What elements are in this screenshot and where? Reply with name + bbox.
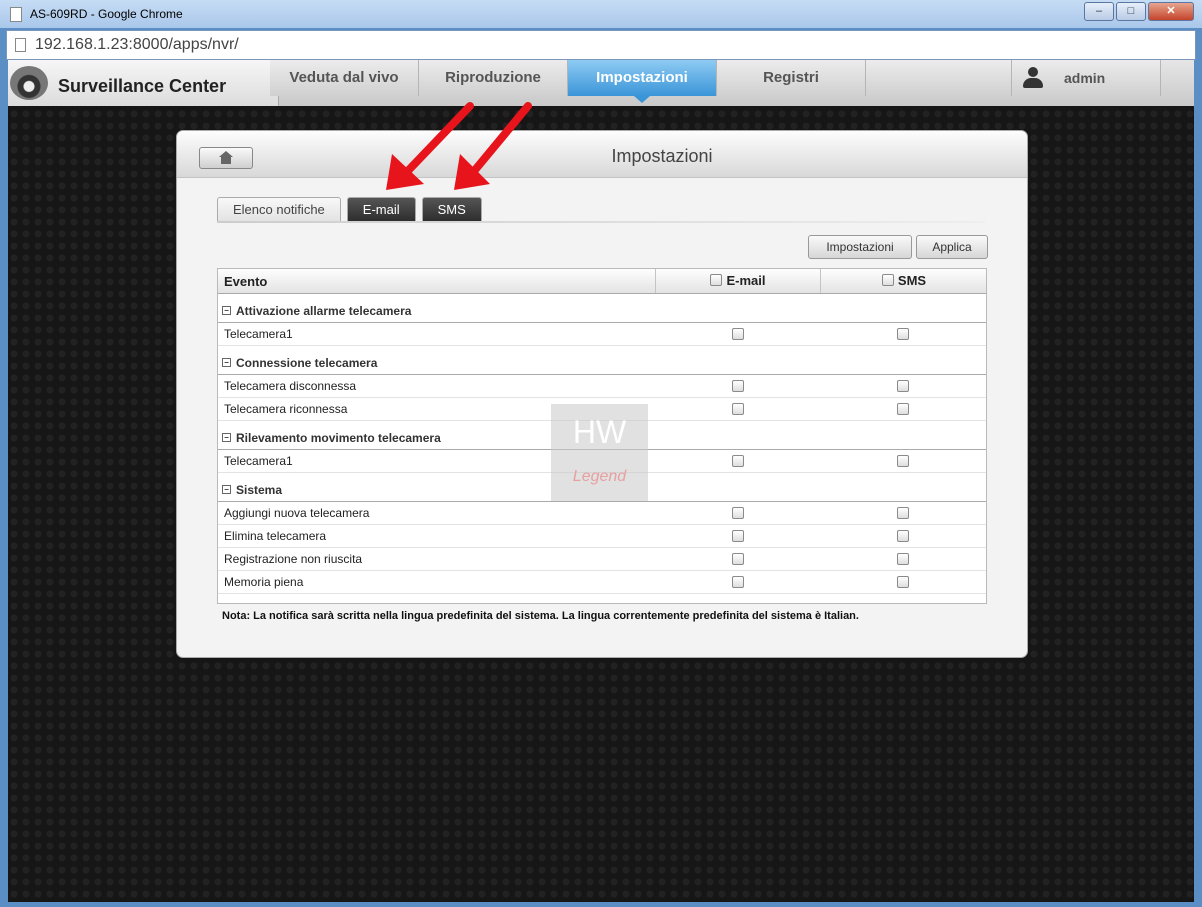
collapse-icon[interactable]: − bbox=[222, 306, 231, 315]
nav-tab-logs[interactable]: Registri bbox=[717, 60, 866, 96]
email-checkbox[interactable] bbox=[732, 576, 744, 588]
group-name: Sistema bbox=[236, 483, 283, 497]
group-header[interactable]: − Attivazione allarme telecamera bbox=[218, 294, 986, 323]
tab-divider bbox=[217, 221, 985, 223]
row-event-name: Telecamera1 bbox=[224, 327, 293, 341]
sms-checkbox[interactable] bbox=[897, 380, 909, 392]
tab-sms[interactable]: SMS bbox=[421, 197, 482, 223]
row-event-name: Telecamera disconnessa bbox=[224, 379, 357, 393]
column-sms: SMS bbox=[820, 269, 986, 293]
collapse-icon[interactable]: − bbox=[222, 485, 231, 494]
table-row: Telecamera disconnessa bbox=[218, 375, 986, 398]
settings-panel: Impostazioni Elenco notifiche E-mail SMS… bbox=[176, 130, 1028, 658]
group-name: Connessione telecamera bbox=[236, 356, 378, 370]
nav-tab-playback[interactable]: Riproduzione bbox=[419, 60, 568, 96]
apply-button[interactable]: Applica bbox=[916, 235, 988, 259]
panel-title: Impostazioni bbox=[611, 146, 713, 166]
group-header[interactable]: − Connessione telecamera bbox=[218, 346, 986, 375]
close-icon[interactable]: ✕ bbox=[1148, 2, 1194, 21]
app-area: Surveillance Center Veduta dal vivo Ripr… bbox=[8, 60, 1194, 902]
collapse-icon[interactable]: − bbox=[222, 433, 231, 442]
annotation-arrows bbox=[386, 102, 532, 190]
table-row: Registrazione non riuscita bbox=[218, 548, 986, 571]
sms-checkbox[interactable] bbox=[897, 328, 909, 340]
sms-checkbox[interactable] bbox=[897, 553, 909, 565]
nav-tab-settings[interactable]: Impostazioni bbox=[568, 60, 717, 103]
column-email-label: E-mail bbox=[726, 273, 766, 288]
row-event-name: Memoria piena bbox=[224, 575, 304, 589]
group-name: Attivazione allarme telecamera bbox=[236, 304, 412, 318]
settings-button[interactable]: Impostazioni bbox=[808, 235, 912, 259]
row-event-name: Registrazione non riuscita bbox=[224, 552, 363, 566]
group-name: Rilevamento movimento telecamera bbox=[236, 431, 441, 445]
tab-notification-list[interactable]: Elenco notifiche bbox=[217, 197, 341, 223]
camera-icon bbox=[10, 66, 48, 100]
select-all-sms-checkbox[interactable] bbox=[881, 274, 894, 286]
sub-tabs: Elenco notifiche E-mail SMS bbox=[217, 197, 488, 223]
sms-checkbox[interactable] bbox=[897, 507, 909, 519]
watermark-logo: HW Legend bbox=[551, 404, 648, 501]
page-icon bbox=[15, 38, 26, 52]
row-event-name: Telecamera1 bbox=[224, 454, 293, 468]
address-bar[interactable]: 192.168.1.23:8000/apps/nvr/ bbox=[6, 30, 1196, 60]
table-row: Aggiungi nuova telecamera bbox=[218, 502, 986, 525]
sms-checkbox[interactable] bbox=[897, 455, 909, 467]
column-email: E-mail bbox=[655, 269, 820, 293]
email-checkbox[interactable] bbox=[732, 507, 744, 519]
user-icon bbox=[1022, 67, 1044, 89]
user-menu[interactable]: admin bbox=[1011, 60, 1161, 96]
email-checkbox[interactable] bbox=[732, 380, 744, 392]
window-title: AS-609RD - Google Chrome bbox=[30, 7, 183, 21]
table-row: Telecamera1 bbox=[218, 323, 986, 346]
nav-tabs: Veduta dal vivo Riproduzione Impostazion… bbox=[270, 60, 1013, 103]
row-event-name: Telecamera riconnessa bbox=[224, 402, 348, 416]
maximize-icon[interactable]: □ bbox=[1116, 2, 1146, 21]
row-event-name: Aggiungi nuova telecamera bbox=[224, 506, 370, 520]
arrow-to-sms-tab bbox=[454, 102, 532, 190]
row-event-name: Elimina telecamera bbox=[224, 529, 327, 543]
sms-checkbox[interactable] bbox=[897, 576, 909, 588]
sms-checkbox[interactable] bbox=[897, 530, 909, 542]
window-titlebar: AS-609RD - Google Chrome – □ ✕ bbox=[0, 0, 1202, 28]
table-row: Elimina telecamera bbox=[218, 525, 986, 548]
page-icon bbox=[10, 7, 22, 22]
column-event: Evento bbox=[224, 274, 268, 289]
select-all-email-checkbox[interactable] bbox=[710, 274, 723, 286]
collapse-icon[interactable]: − bbox=[222, 358, 231, 367]
table-header: Evento E-mail SMS bbox=[218, 269, 986, 294]
sms-checkbox[interactable] bbox=[897, 403, 909, 415]
email-checkbox[interactable] bbox=[732, 455, 744, 467]
user-name: admin bbox=[1064, 70, 1106, 86]
email-checkbox[interactable] bbox=[732, 328, 744, 340]
nav-tab-empty bbox=[866, 60, 1013, 96]
brand-title: Surveillance Center bbox=[58, 76, 227, 96]
email-checkbox[interactable] bbox=[732, 530, 744, 542]
column-sms-label: SMS bbox=[897, 273, 927, 288]
tab-email[interactable]: E-mail bbox=[346, 197, 416, 223]
email-checkbox[interactable] bbox=[732, 403, 744, 415]
nav-tab-live[interactable]: Veduta dal vivo bbox=[270, 60, 419, 96]
minimize-icon[interactable]: – bbox=[1084, 2, 1114, 21]
panel-header: Impostazioni bbox=[177, 131, 1027, 178]
email-checkbox[interactable] bbox=[732, 553, 744, 565]
table-row: Memoria piena bbox=[218, 571, 986, 594]
top-navigation: Surveillance Center Veduta dal vivo Ripr… bbox=[8, 60, 1194, 106]
window-controls: – □ ✕ bbox=[1082, 2, 1194, 21]
language-note: Nota: La notifica sarà scritta nella lin… bbox=[222, 610, 859, 622]
watermark-top-text: HW bbox=[572, 414, 627, 450]
watermark-bottom-text: Legend bbox=[572, 468, 627, 485]
url-text[interactable]: 192.168.1.23:8000/apps/nvr/ bbox=[35, 36, 239, 54]
brand: Surveillance Center bbox=[8, 60, 279, 106]
